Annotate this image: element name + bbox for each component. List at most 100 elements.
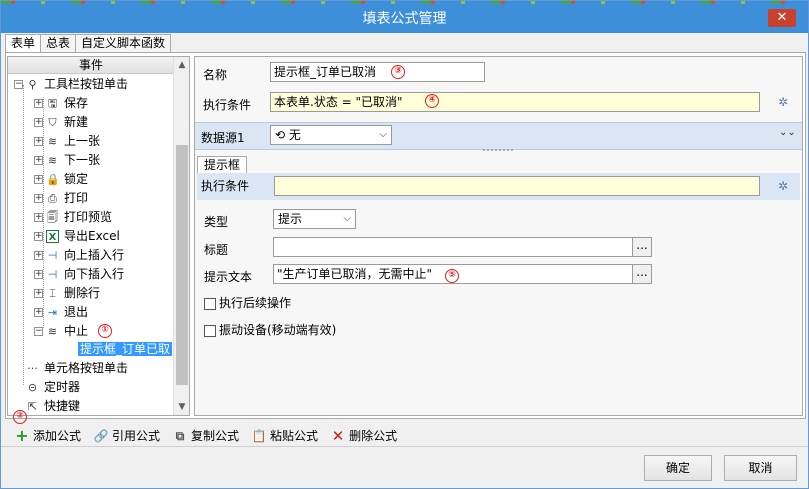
formula-wizard-icon[interactable]: ✲ [775, 94, 791, 110]
type-value: 提示 [278, 212, 303, 226]
expand-icon[interactable]: + [34, 270, 43, 279]
text-label: 提示文本 [204, 270, 253, 284]
expand-icon[interactable]: + [34, 232, 43, 241]
add-formula-button[interactable]: + 添加公式 [14, 426, 81, 446]
tree-node-label: 下一张 [64, 153, 101, 167]
tree-node-12[interactable]: − ≋ 中止 [34, 322, 88, 341]
scroll-up-icon[interactable]: ▲ [174, 57, 189, 73]
title-field[interactable] [273, 237, 633, 257]
ok-button[interactable]: 确定 [644, 455, 712, 481]
type-select[interactable]: 提示 ⌵ [273, 209, 356, 229]
event-tree: 事件 ▲ ▼ − ⚲ 工具栏按钮单击 提示框_订单已取 ① ··· 单元格按钮单击 ⊝… [7, 56, 190, 416]
expand-icon[interactable]: + [34, 156, 43, 165]
splitter-grip[interactable] [483, 149, 513, 151]
delete-formula-button[interactable]: ✕ 删除公式 [330, 426, 397, 446]
tree-node-3[interactable]: + ≋ 下一张 [34, 151, 100, 170]
sub-condition-field[interactable] [274, 176, 760, 196]
tree-node-label: 向上插入行 [64, 248, 125, 262]
collapse-icon[interactable]: − [34, 327, 43, 336]
datasource-label: 数据源1 [201, 131, 245, 145]
expand-icon[interactable]: ⌄⌄ [779, 125, 796, 141]
paste-formula-button[interactable]: 📋 粘贴公式 [251, 426, 319, 446]
title-ellipsis-button[interactable]: ... [632, 237, 652, 257]
tree-node-10[interactable]: + ⌶ 删除行 [34, 284, 100, 303]
datasource-value: 无 [288, 128, 301, 142]
checkbox-icon[interactable] [204, 324, 216, 337]
lock-icon: 🔒 [46, 173, 60, 186]
expand-icon[interactable]: + [34, 213, 43, 222]
tree-node-4[interactable]: + 🔒 锁定 [34, 170, 88, 189]
expand-icon[interactable]: + [34, 194, 43, 203]
formula-wizard-icon[interactable]: ✲ [775, 178, 791, 194]
tree-node-timer[interactable]: ⊝ 定时器 [26, 378, 80, 397]
tree-node-7[interactable]: + X 导出Excel [34, 227, 120, 246]
expand-icon[interactable]: + [34, 289, 43, 298]
paste-formula-label: 粘贴公式 [270, 429, 319, 443]
tree-node-9[interactable]: + ⊣ 向下插入行 [34, 265, 124, 284]
name-field[interactable]: 提示框_订单已取消 [270, 62, 485, 82]
tree-node-selected[interactable]: 提示框_订单已取 [78, 340, 173, 359]
tree-node-label: 单元格按钮单击 [44, 361, 129, 375]
copy-formula-button[interactable]: ⧉ 复制公式 [172, 426, 239, 446]
tree-node-toolbar-click[interactable]: − ⚲ 工具栏按钮单击 [14, 75, 128, 94]
tree-node-label: 打印 [64, 191, 89, 205]
tab-summary[interactable]: 总表 [40, 34, 77, 52]
tab-messagebox[interactable]: 提示框 [197, 156, 248, 174]
delete-formula-label: 删除公式 [349, 429, 398, 443]
copy-formula-label: 复制公式 [191, 429, 240, 443]
tree-node-2[interactable]: + ≋ 上一张 [34, 132, 100, 151]
datasource-select[interactable]: ⟲ 无 ⌵ [270, 125, 392, 145]
reference-formula-label: 引用公式 [112, 429, 161, 443]
marker-2-label: ② [13, 409, 27, 424]
tree-node-11[interactable]: + ⇥ 退出 [34, 303, 88, 322]
plus-icon: + [15, 426, 29, 445]
expand-icon[interactable]: + [34, 99, 43, 108]
text-ellipsis-button[interactable]: ... [632, 264, 652, 284]
expand-icon[interactable]: + [34, 118, 43, 127]
title-bar: 填表公式管理 ✕ [1, 1, 808, 33]
marker-1-label: ① [98, 323, 112, 338]
tab-custom-script[interactable]: 自定义脚本函数 [75, 34, 172, 52]
checkbox-icon[interactable] [204, 297, 216, 310]
close-button[interactable]: ✕ [768, 9, 796, 27]
layers-icon: ≋ [47, 135, 58, 148]
chevron-down-icon: ⌵ [343, 213, 351, 224]
tree-node-label: 保存 [64, 96, 89, 110]
condition-field[interactable]: 本表单.状态 = "已取消" [270, 92, 760, 112]
reference-formula-button[interactable]: 🔗 引用公式 [93, 426, 161, 446]
print-preview-icon: 🗐 [47, 211, 58, 224]
tree-node-1[interactable]: + ⛉ 新建 [34, 113, 88, 132]
collapse-icon[interactable]: − [14, 80, 23, 89]
shortcut-icon: ⇱ [27, 400, 38, 413]
tree-scrollbar[interactable]: ▲ ▼ [173, 57, 189, 415]
cancel-button[interactable]: 取消 [724, 455, 797, 481]
tree-node-cell-button[interactable]: ··· 单元格按钮单击 [26, 359, 128, 378]
copy-icon: ⧉ [175, 429, 185, 443]
marker-2: ② [13, 409, 27, 424]
tree-node-5[interactable]: + ⎙ 打印 [34, 189, 88, 208]
vibrate-checkbox[interactable]: 振动设备(移动端有效) [204, 321, 336, 338]
printer-icon: ⎙ [48, 192, 57, 205]
save-icon: 🖫 [47, 97, 58, 110]
scroll-thumb[interactable] [176, 145, 188, 385]
formula-toolbar: + 添加公式 🔗 引用公式 ⧉ 复制公式 📋 粘贴公式 ✕ 删除公式 [14, 426, 409, 446]
tab-form[interactable]: 表单 [5, 34, 42, 52]
marker-1: ① [98, 321, 112, 340]
tree-node-label: 中止 [64, 324, 89, 338]
tree-node-6[interactable]: + 🗐 打印预览 [34, 208, 112, 227]
add-formula-label: 添加公式 [33, 429, 82, 443]
tree-node-label: 导出Excel [64, 229, 120, 243]
datasource-icon: ⟲ [275, 128, 289, 142]
scroll-down-icon[interactable]: ▼ [174, 399, 189, 415]
expand-icon[interactable]: + [34, 137, 43, 146]
tree-node-8[interactable]: + ⊣ 向上插入行 [34, 246, 124, 265]
delete-row-icon: ⌶ [49, 287, 56, 300]
expand-icon[interactable]: + [34, 175, 43, 184]
expand-icon[interactable]: + [34, 308, 43, 317]
exit-icon: ⇥ [47, 306, 58, 319]
tree-node-label: 退出 [64, 305, 89, 319]
tree-node-shortcut[interactable]: ⇱ 快捷键 [26, 397, 80, 415]
tree-node-0[interactable]: + 🖫 保存 [34, 94, 88, 113]
expand-icon[interactable]: + [34, 251, 43, 260]
continue-checkbox[interactable]: 执行后续操作 [204, 294, 291, 311]
